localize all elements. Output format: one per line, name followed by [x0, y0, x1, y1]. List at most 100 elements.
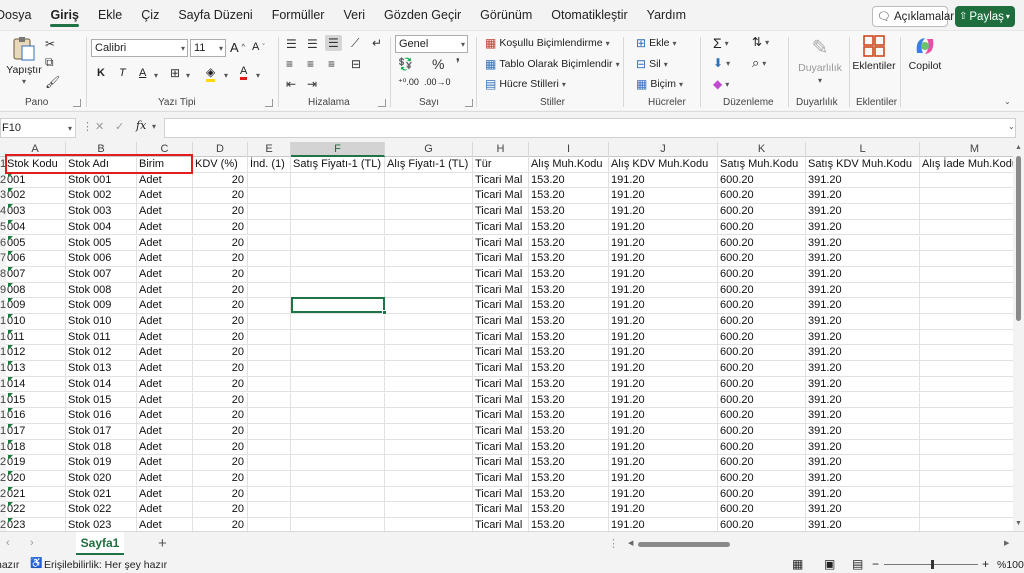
alignment-launcher-icon[interactable] — [378, 99, 386, 107]
table-cell[interactable] — [291, 455, 385, 471]
table-cell[interactable]: 011 — [5, 329, 66, 346]
table-cell[interactable]: Stok 019 — [66, 455, 137, 471]
table-cell[interactable]: 153.20 — [529, 172, 609, 189]
column-header-K[interactable]: K — [718, 142, 806, 157]
table-cell[interactable] — [248, 423, 291, 440]
column-header-G[interactable]: G — [385, 142, 473, 157]
table-cell[interactable] — [291, 329, 385, 346]
table-cell[interactable] — [291, 439, 385, 456]
table-cell[interactable]: 600.20 — [718, 314, 806, 330]
table-cell[interactable]: Adet — [137, 518, 193, 531]
table-cell[interactable]: 153.20 — [529, 455, 609, 471]
font-launcher-icon[interactable] — [265, 99, 273, 107]
table-cell[interactable] — [920, 440, 1013, 456]
table-cell[interactable] — [248, 345, 291, 362]
table-cell[interactable]: 600.20 — [718, 502, 806, 519]
table-cell[interactable]: 600.20 — [718, 298, 806, 314]
autosum-icon[interactable]: Σ ▾ — [713, 35, 729, 51]
table-cell[interactable]: 20 — [193, 219, 248, 236]
table-cell[interactable]: 20 — [193, 172, 248, 189]
clear-icon[interactable]: ◆ ▾ — [713, 77, 729, 91]
column-header-M[interactable]: M — [920, 142, 1013, 157]
table-cell[interactable] — [920, 283, 1013, 299]
header-cell[interactable]: Tür — [473, 157, 529, 173]
sort-filter-icon[interactable]: ⇅ ▾ — [752, 35, 769, 49]
table-cell[interactable] — [291, 408, 385, 424]
table-cell[interactable]: Ticari Mal — [473, 455, 529, 471]
table-cell[interactable]: Adet — [137, 188, 193, 205]
table-cell[interactable]: 191.20 — [609, 188, 718, 205]
table-cell[interactable]: Ticari Mal — [473, 486, 529, 503]
table-cell[interactable] — [291, 345, 385, 362]
scroll-right-icon[interactable]: ▶ — [1004, 539, 1009, 547]
table-cell[interactable]: 191.20 — [609, 408, 718, 424]
table-cell[interactable] — [920, 251, 1013, 267]
table-cell[interactable] — [920, 424, 1013, 440]
table-cell[interactable] — [385, 423, 473, 440]
table-cell[interactable]: 391.20 — [806, 314, 920, 330]
table-cell[interactable] — [920, 377, 1013, 393]
paste-button[interactable]: Yapıştır ▾ — [6, 35, 42, 86]
table-cell[interactable] — [291, 282, 385, 299]
table-cell[interactable]: 153.20 — [529, 439, 609, 456]
zoom-level[interactable]: %100 — [997, 559, 1024, 571]
table-cell[interactable]: Stok 003 — [66, 204, 137, 220]
formula-input[interactable] — [164, 118, 1016, 138]
increase-decimal-icon[interactable]: ⁺⁰.00 — [398, 77, 419, 88]
table-cell[interactable] — [920, 173, 1013, 189]
table-cell[interactable]: 20 — [193, 376, 248, 393]
header-cell[interactable]: Satış KDV Muh.Kodu — [806, 157, 920, 173]
table-cell[interactable]: 391.20 — [806, 282, 920, 299]
table-cell[interactable]: Adet — [137, 455, 193, 471]
header-cell[interactable]: Alış Muh.Kodu — [529, 157, 609, 173]
table-cell[interactable] — [920, 487, 1013, 503]
collapse-ribbon-icon[interactable]: ⌄ — [1004, 97, 1011, 106]
table-cell[interactable] — [385, 204, 473, 220]
table-cell[interactable]: 600.20 — [718, 251, 806, 267]
normal-view-icon[interactable]: ▦ — [792, 557, 803, 571]
table-cell[interactable]: Adet — [137, 204, 193, 220]
cell-styles-button[interactable]: ▤ Hücre Stilleri ▾ — [485, 77, 566, 91]
table-cell[interactable]: Adet — [137, 219, 193, 236]
table-cell[interactable]: Stok 015 — [66, 392, 137, 409]
table-cell[interactable] — [920, 298, 1013, 314]
table-cell[interactable] — [385, 235, 473, 252]
fill-handle[interactable] — [382, 310, 387, 315]
table-cell[interactable] — [920, 518, 1013, 531]
table-cell[interactable]: 153.20 — [529, 502, 609, 519]
table-cell[interactable]: Adet — [137, 439, 193, 456]
table-cell[interactable] — [291, 204, 385, 220]
table-cell[interactable] — [248, 204, 291, 220]
header-cell[interactable]: Alış KDV Muh.Kodu — [609, 157, 718, 173]
table-cell[interactable]: Ticari Mal — [473, 219, 529, 236]
table-cell[interactable]: 391.20 — [806, 188, 920, 205]
menu-tab-9[interactable]: Otomatikleştir — [551, 8, 627, 22]
table-cell[interactable]: 153.20 — [529, 518, 609, 531]
table-cell[interactable]: Ticari Mal — [473, 392, 529, 409]
table-cell[interactable]: Stok 012 — [66, 345, 137, 362]
table-cell[interactable]: 600.20 — [718, 455, 806, 471]
scroll-up-icon[interactable]: ▲ — [1015, 144, 1022, 151]
table-cell[interactable] — [248, 219, 291, 236]
table-cell[interactable] — [385, 455, 473, 471]
table-cell[interactable]: 191.20 — [609, 235, 718, 252]
table-cell[interactable]: 600.20 — [718, 282, 806, 299]
format-painter-icon[interactable]: 🖌 — [45, 75, 60, 89]
table-cell[interactable]: 007 — [5, 266, 66, 283]
table-cell[interactable]: 600.20 — [718, 392, 806, 409]
table-cell[interactable]: Stok 022 — [66, 502, 137, 519]
table-cell[interactable]: 391.20 — [806, 361, 920, 377]
more-options-icon[interactable]: ⋮ — [82, 120, 93, 133]
table-cell[interactable] — [920, 502, 1013, 518]
table-cell[interactable] — [920, 220, 1013, 236]
table-cell[interactable]: Stok 014 — [66, 376, 137, 393]
header-cell[interactable]: Satış Muh.Kodu — [718, 157, 806, 173]
table-cell[interactable] — [291, 502, 385, 519]
table-cell[interactable] — [248, 314, 291, 330]
table-cell[interactable]: 020 — [5, 471, 66, 487]
table-cell[interactable]: 20 — [193, 502, 248, 519]
table-cell[interactable]: Ticari Mal — [473, 408, 529, 424]
table-cell[interactable] — [920, 330, 1013, 346]
column-header-I[interactable]: I — [529, 142, 609, 157]
table-cell[interactable]: 191.20 — [609, 423, 718, 440]
